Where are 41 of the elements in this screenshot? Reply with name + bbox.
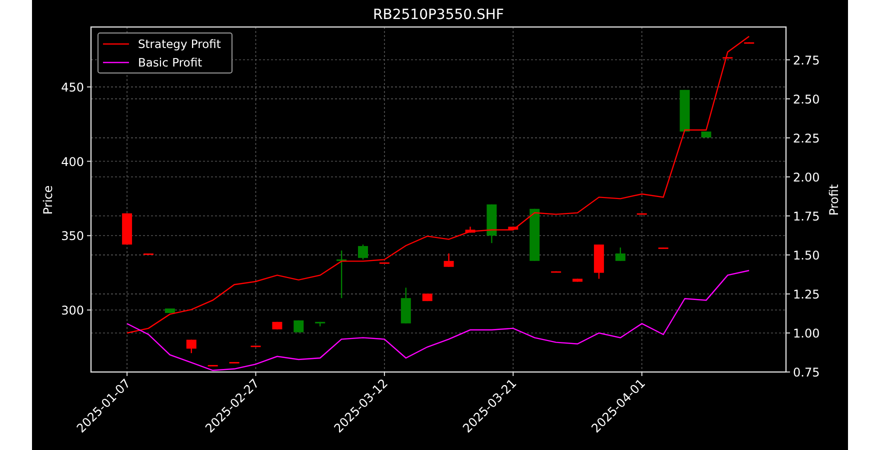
tick-label: 1.75 <box>792 209 820 224</box>
candlestick <box>722 57 732 59</box>
axis-label: Price <box>40 185 54 215</box>
tick-label: 1.00 <box>792 326 820 340</box>
tick-label: 2.75 <box>792 53 820 68</box>
candlestick <box>464 226 475 233</box>
tick-label: 2.25 <box>792 131 820 146</box>
candlestick <box>336 250 346 298</box>
candlestick <box>443 253 454 267</box>
candlestick <box>636 213 646 215</box>
chart-title: RB2510P3550.SHF <box>372 7 504 23</box>
axis-label: Profit <box>826 184 840 216</box>
candlestick <box>143 253 153 255</box>
legend-label: Basic Profit <box>138 56 202 70</box>
tick-label: 450 <box>60 80 84 94</box>
tick-label: 2.50 <box>792 92 820 106</box>
candlestick <box>658 248 668 249</box>
candlestick <box>744 42 754 44</box>
candlestick <box>250 346 260 348</box>
tick-label: 1.50 <box>792 248 820 262</box>
tick-label: 350 <box>60 229 84 244</box>
candlestick <box>207 365 218 366</box>
tick-label: 0.75 <box>792 366 820 380</box>
candlestick <box>614 248 625 261</box>
candlestick <box>550 271 561 273</box>
candlestick <box>358 244 368 260</box>
tick-label: 1.25 <box>792 287 820 302</box>
tick-label: 400 <box>60 154 84 169</box>
candlestick <box>186 340 196 354</box>
candlestick <box>164 308 174 313</box>
candlestick <box>700 132 711 138</box>
candlestick <box>314 322 325 326</box>
candlestick <box>400 288 410 324</box>
candlestick <box>508 226 518 230</box>
tick-label: 2.00 <box>792 170 820 184</box>
candlestick <box>228 362 239 364</box>
candlestick <box>378 262 389 264</box>
candlestick <box>593 244 604 279</box>
legend-label: Strategy Profit <box>138 37 220 51</box>
tick-label: 300 <box>60 304 84 318</box>
candlestick <box>572 278 582 282</box>
